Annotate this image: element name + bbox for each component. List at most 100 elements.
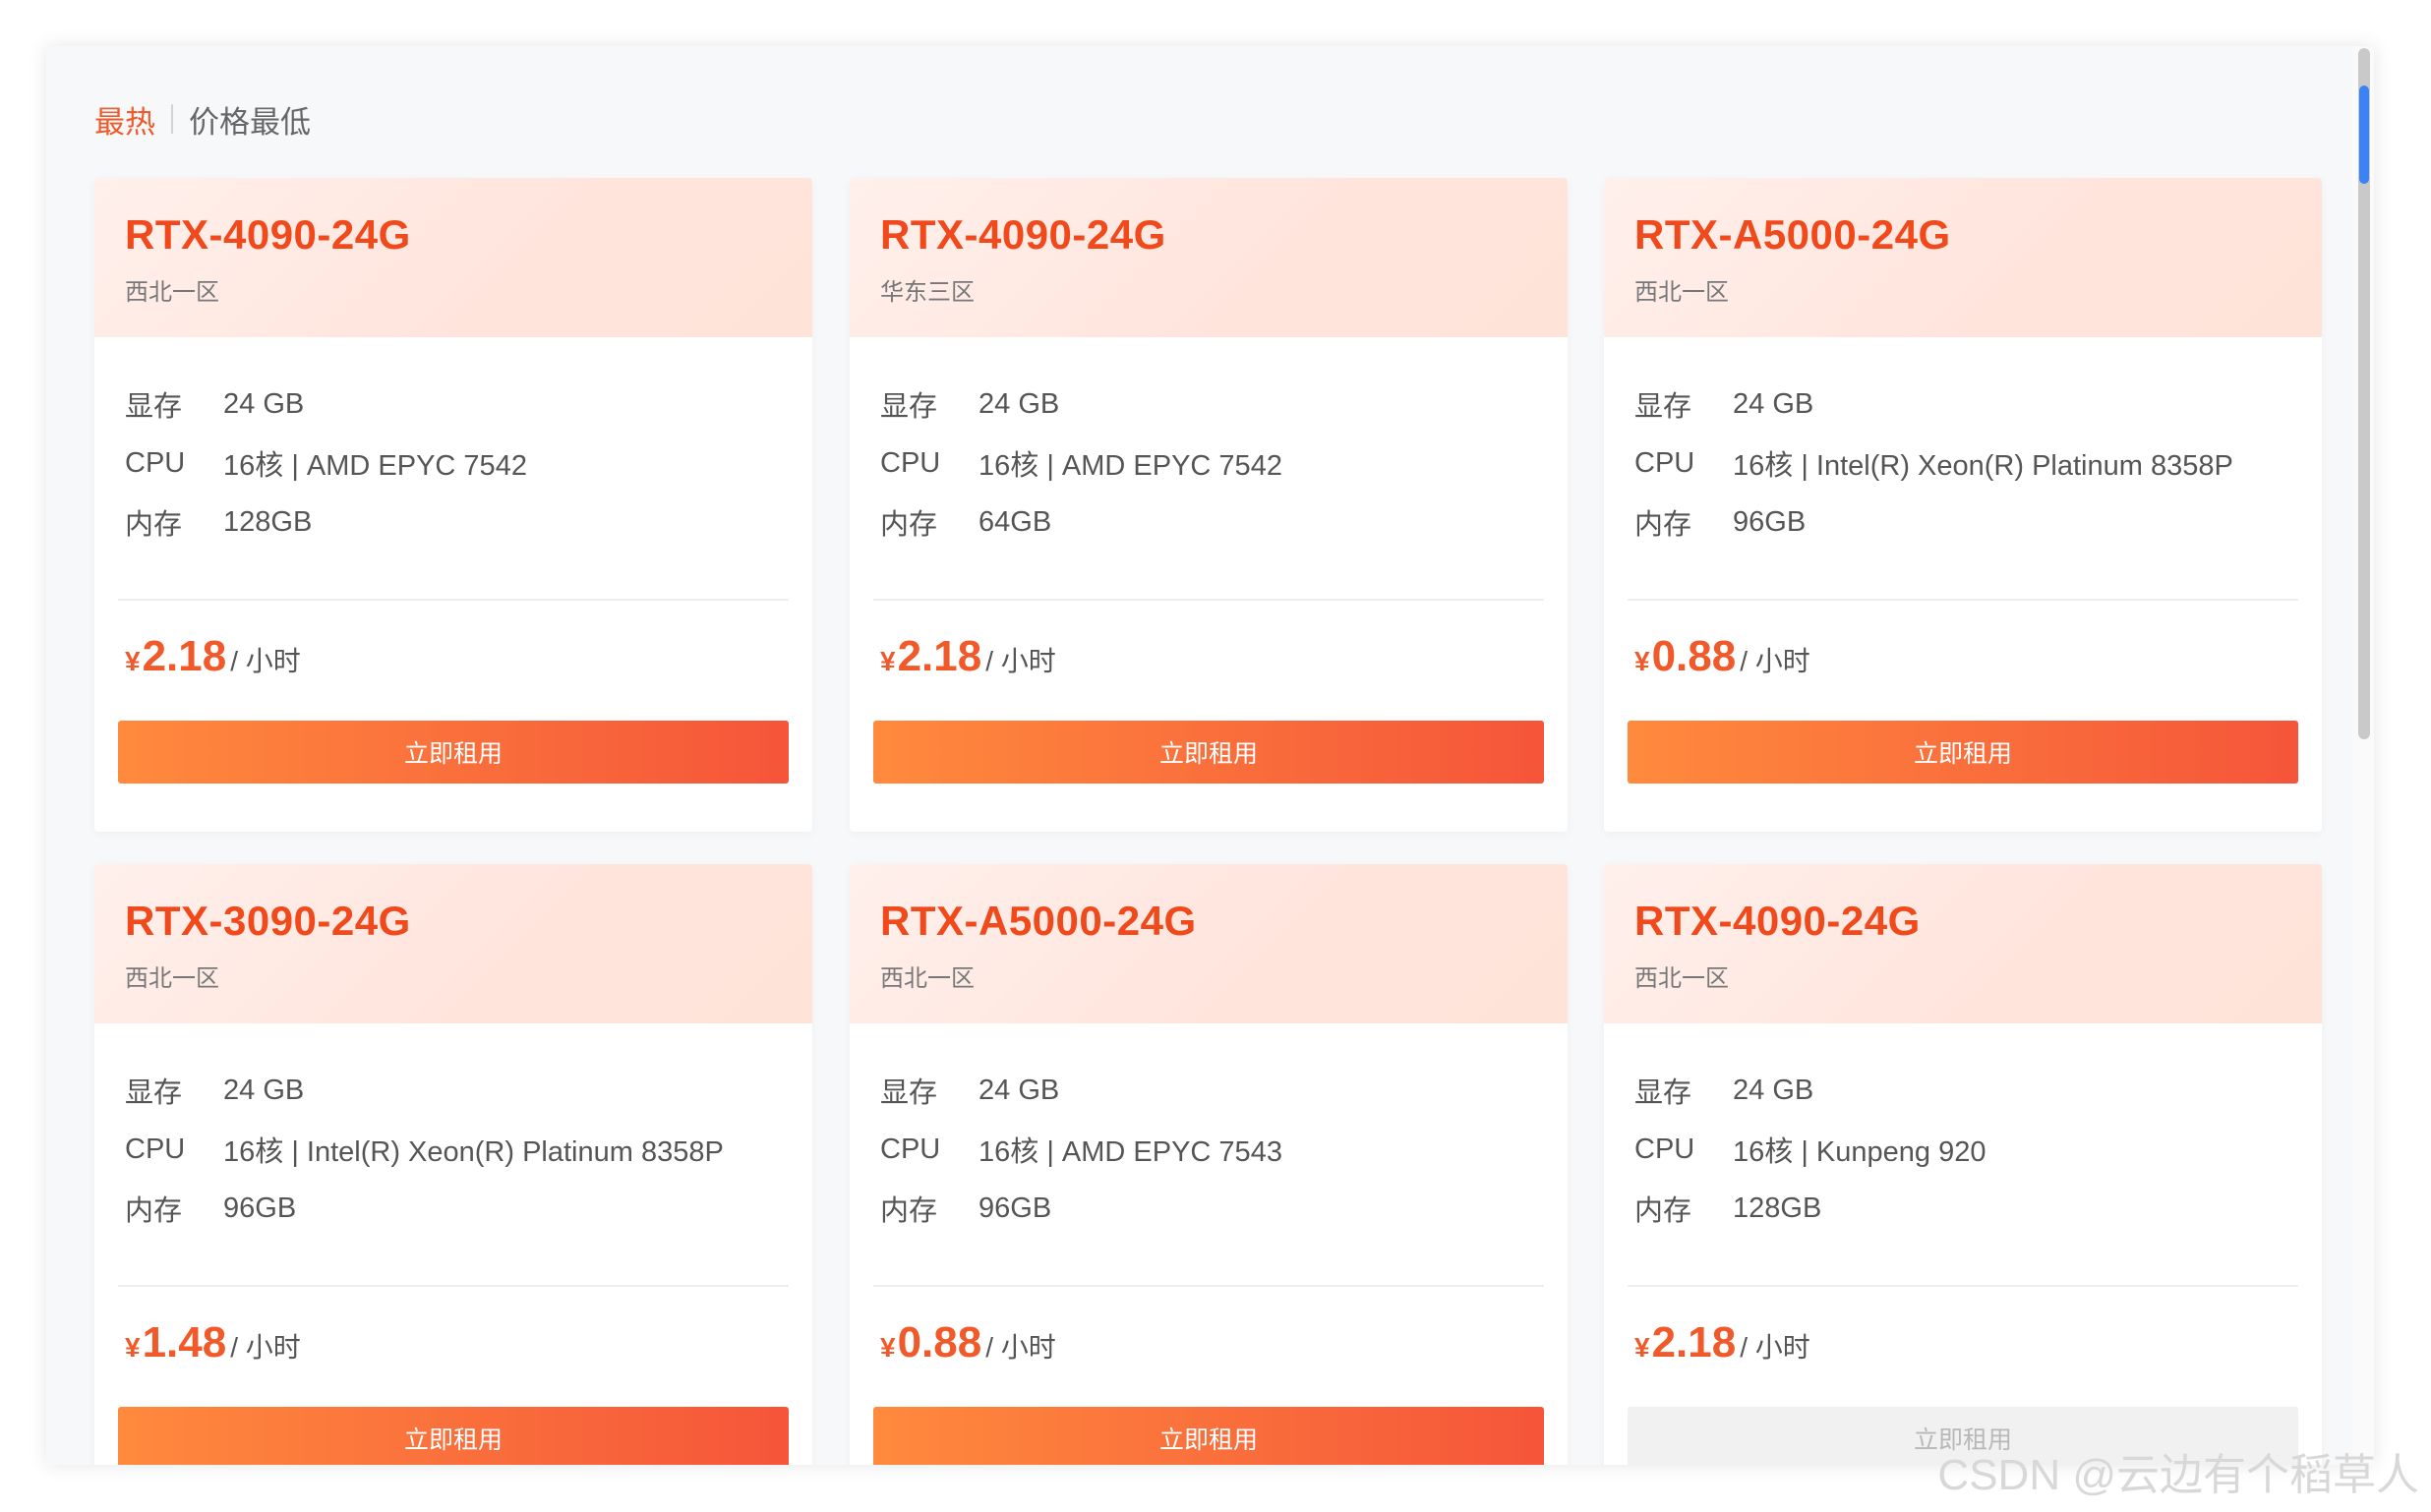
watermark: CSDN @云边有个稻草人 [1937, 1451, 2419, 1499]
spec-value: 24 GB [978, 387, 1060, 420]
spec-value: 24 GB [1733, 1074, 1814, 1106]
rent-now-button[interactable]: 立即租用 [1628, 721, 2298, 784]
spec-list: 显存 24 GB CPU 16核 | AMD EPYC 7543 内存 96GB [880, 1061, 1282, 1238]
spec-list: 显存 24 GB CPU 16核 | Kunpeng 920 内存 128GB [1634, 1061, 1986, 1238]
gpu-model-title: RTX-A5000-24G [1634, 211, 1951, 258]
price-unit: / 小时 [1740, 646, 1810, 676]
spec-value: 96GB [978, 1192, 1052, 1224]
currency-symbol: ¥ [125, 1332, 141, 1363]
card-header: RTX-A5000-24G 西北一区 [1604, 178, 2322, 337]
region-label: 西北一区 [880, 965, 975, 992]
gpu-model-title: RTX-4090-24G [880, 211, 1166, 258]
scrollbar-indicator [2359, 86, 2369, 184]
spec-label: 显存 [880, 391, 938, 423]
spec-value: 128GB [1733, 1192, 1822, 1224]
card-divider [1628, 1285, 2298, 1287]
card-header: RTX-4090-24G 西北一区 [94, 178, 812, 337]
price-value: 2.18 [897, 632, 982, 680]
spec-value: 16核 | AMD EPYC 7543 [978, 1136, 1282, 1168]
spec-row-cpu: CPU 16核 | Intel(R) Xeon(R) Platinum 8358P [1634, 434, 2233, 493]
spec-row-vram: 显存 24 GB [1634, 375, 2233, 434]
price-unit: / 小时 [985, 1332, 1056, 1363]
spec-row-ram: 内存 96GB [1634, 493, 2233, 552]
spec-value: 96GB [1733, 505, 1807, 538]
price-value: 0.88 [1651, 632, 1737, 680]
spec-label: 内存 [880, 509, 938, 541]
sort-separator [171, 104, 173, 134]
hourly-price: ¥0.88/ 小时 [880, 1318, 1056, 1367]
hourly-price: ¥2.18/ 小时 [880, 632, 1056, 681]
spec-label: 内存 [125, 509, 183, 541]
card-header: RTX-4090-24G 西北一区 [1604, 864, 2322, 1023]
spec-list: 显存 24 GB CPU 16核 | AMD EPYC 7542 内存 64GB [880, 375, 1282, 552]
spec-row-ram: 内存 64GB [880, 493, 1282, 552]
spec-label: 显存 [1634, 391, 1692, 423]
spec-label: CPU [880, 446, 941, 479]
card-header: RTX-4090-24G 华东三区 [850, 178, 1568, 337]
hourly-price: ¥2.18/ 小时 [125, 632, 301, 681]
spec-value: 128GB [223, 505, 313, 538]
card-header: RTX-3090-24G 西北一区 [94, 864, 812, 1023]
gpu-model-title: RTX-A5000-24G [880, 898, 1197, 944]
app-window: 最热 价格最低 RTX-4090-24G 西北一区 显存 24 GB CPU 16核 | … [46, 46, 2374, 1465]
gpu-model-title: RTX-4090-24G [1634, 898, 1921, 944]
spec-value: 24 GB [223, 1074, 305, 1106]
price-unit: / 小时 [985, 646, 1056, 676]
card-divider [873, 1285, 1544, 1287]
sort-tab-lowest-price[interactable]: 价格最低 [189, 97, 311, 142]
spec-value: 16核 | AMD EPYC 7542 [223, 450, 527, 482]
spec-label: 显存 [1634, 1077, 1692, 1109]
currency-symbol: ¥ [1634, 646, 1650, 676]
gpu-card: RTX-3090-24G 西北一区显存 24 GB CPU 16核 | Intel(R)… [94, 864, 812, 1465]
spec-label: 内存 [880, 1195, 938, 1227]
rent-now-button[interactable]: 立即租用 [118, 1407, 789, 1465]
card-divider [118, 1285, 789, 1287]
hourly-price: ¥1.48/ 小时 [125, 1318, 301, 1367]
gpu-card: RTX-4090-24G 西北一区显存 24 GB CPU 16核 | AMD EPYC… [94, 178, 812, 832]
region-label: 华东三区 [880, 279, 975, 306]
spec-value: 16核 | AMD EPYC 7542 [978, 450, 1282, 482]
spec-row-vram: 显存 24 GB [1634, 1061, 1986, 1120]
spec-label: 显存 [880, 1077, 938, 1109]
spec-row-vram: 显存 24 GB [125, 1061, 724, 1120]
scrollbar[interactable] [2352, 46, 2374, 1465]
spec-label: 内存 [125, 1195, 183, 1227]
price-unit: / 小时 [230, 1332, 301, 1363]
spec-value: 24 GB [223, 387, 305, 420]
region-label: 西北一区 [1634, 965, 1729, 992]
rent-now-button[interactable]: 立即租用 [118, 721, 789, 784]
spec-label: 内存 [1634, 509, 1692, 541]
spec-list: 显存 24 GB CPU 16核 | Intel(R) Xeon(R) Platinu… [1634, 375, 2233, 552]
spec-label: CPU [1634, 1133, 1695, 1165]
card-divider [1628, 599, 2298, 601]
spec-label: 内存 [1634, 1195, 1692, 1227]
spec-value: 16核 | Intel(R) Xeon(R) Platinum 8358P [223, 1136, 724, 1168]
price-value: 2.18 [142, 632, 227, 680]
price-unit: / 小时 [230, 646, 301, 676]
currency-symbol: ¥ [880, 646, 896, 676]
card-header: RTX-A5000-24G 西北一区 [850, 864, 1568, 1023]
card-divider [118, 599, 789, 601]
spec-value: 16核 | Intel(R) Xeon(R) Platinum 8358P [1733, 450, 2233, 482]
spec-row-ram: 内存 96GB [125, 1179, 724, 1238]
hourly-price: ¥0.88/ 小时 [1634, 632, 1810, 681]
spec-value: 24 GB [1733, 387, 1814, 420]
spec-row-vram: 显存 24 GB [125, 375, 527, 434]
rent-now-button[interactable]: 立即租用 [873, 1407, 1544, 1465]
rent-now-button[interactable]: 立即租用 [873, 721, 1544, 784]
spec-label: CPU [125, 446, 186, 479]
spec-row-cpu: CPU 16核 | AMD EPYC 7542 [125, 434, 527, 493]
spec-row-ram: 内存 128GB [125, 493, 527, 552]
gpu-card: RTX-4090-24G 西北一区显存 24 GB CPU 16核 | Kunpeng … [1604, 864, 2322, 1465]
spec-label: CPU [880, 1133, 941, 1165]
currency-symbol: ¥ [125, 646, 141, 676]
currency-symbol: ¥ [880, 1332, 896, 1363]
card-divider [873, 599, 1544, 601]
spec-row-ram: 内存 128GB [1634, 1179, 1986, 1238]
sort-tab-hottest[interactable]: 最热 [94, 97, 155, 142]
spec-value: 16核 | Kunpeng 920 [1733, 1136, 1986, 1168]
currency-symbol: ¥ [1634, 1332, 1650, 1363]
spec-row-cpu: CPU 16核 | Intel(R) Xeon(R) Platinum 8358P [125, 1120, 724, 1179]
spec-row-cpu: CPU 16核 | AMD EPYC 7542 [880, 434, 1282, 493]
spec-row-ram: 内存 96GB [880, 1179, 1282, 1238]
